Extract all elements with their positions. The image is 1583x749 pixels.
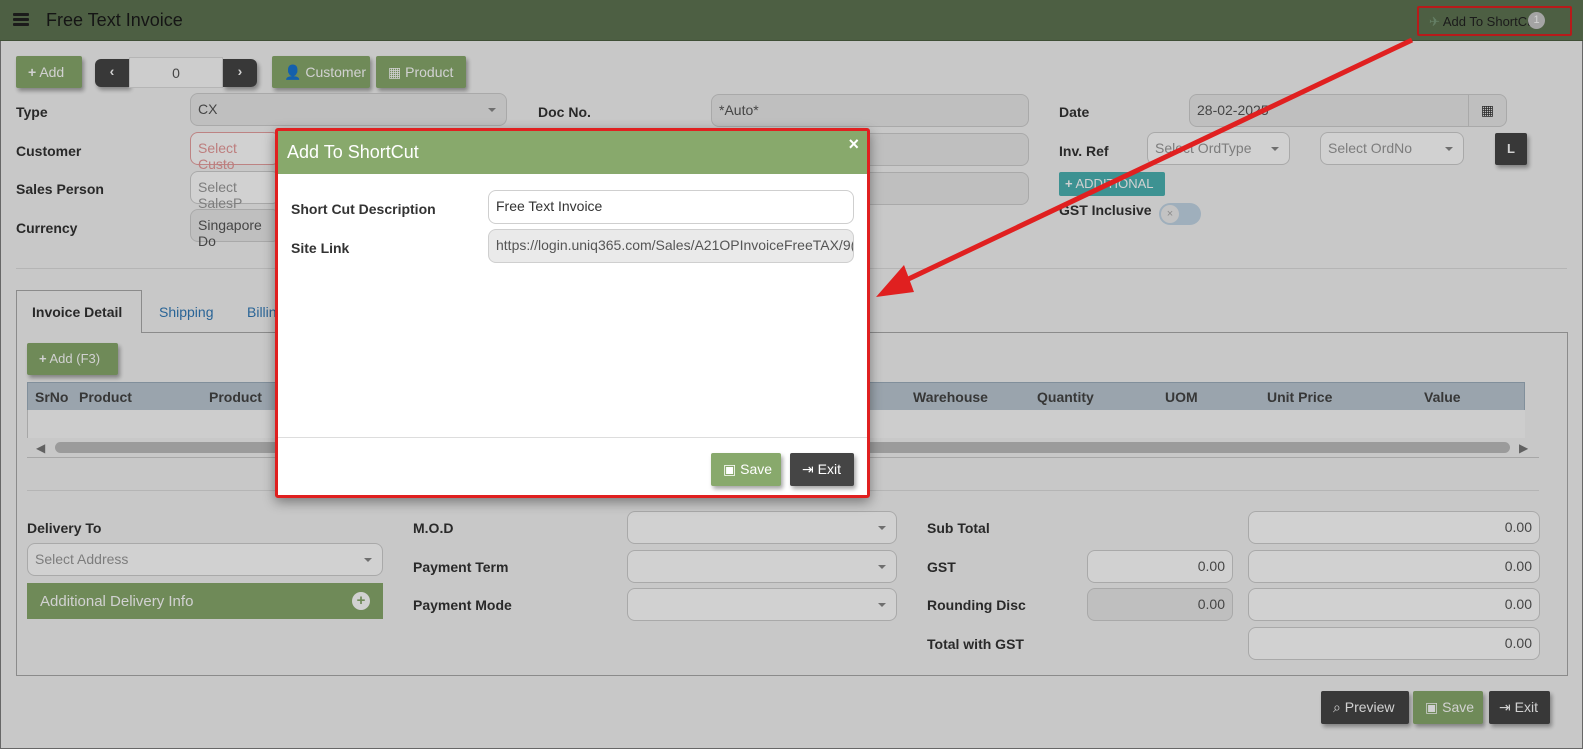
sign-out-icon: ⇥	[802, 461, 814, 477]
short-cut-description-label: Short Cut Description	[291, 201, 436, 217]
modal-exit-label: Exit	[817, 461, 841, 477]
modal-title: Add To ShortCut	[287, 142, 419, 162]
modal-exit-button[interactable]: ⇥ Exit	[790, 453, 854, 486]
site-link-label: Site Link	[291, 240, 350, 256]
short-cut-description-input[interactable]: Free Text Invoice	[488, 190, 854, 224]
close-icon[interactable]: ×	[848, 134, 859, 155]
modal-header: Add To ShortCut	[278, 131, 867, 174]
modal-footer-divider	[278, 437, 867, 438]
modal-save-label: Save	[740, 461, 773, 477]
save-icon: ▣	[723, 461, 737, 477]
site-link-input: https://login.uniq365.com/Sales/A21OPInv…	[488, 229, 854, 263]
modal-save-button[interactable]: ▣ Save	[711, 453, 781, 486]
add-to-shortcut-modal: Add To ShortCut × Short Cut Description …	[275, 128, 870, 498]
